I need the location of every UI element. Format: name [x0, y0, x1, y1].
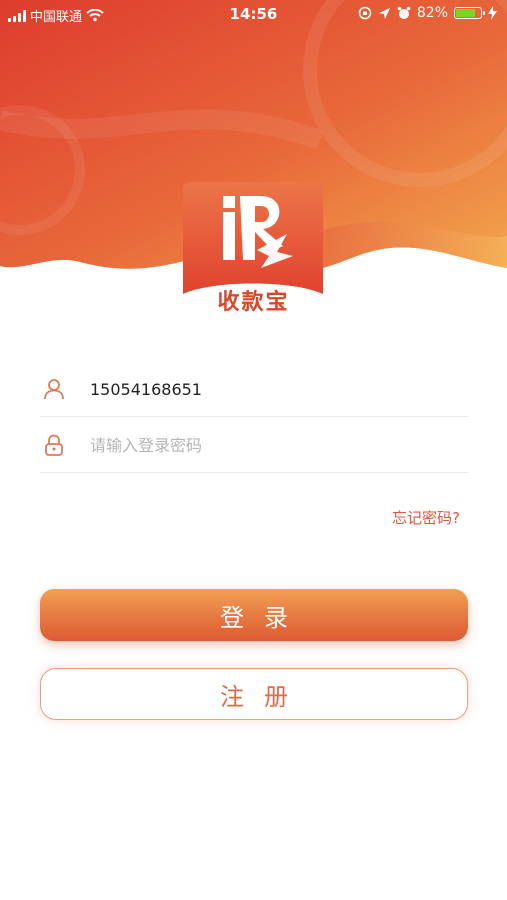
password-field — [40, 418, 468, 473]
forgot-password-link[interactable]: 忘记密码? — [392, 507, 460, 528]
login-button[interactable]: 登录 — [40, 589, 468, 641]
lock-icon — [45, 434, 63, 456]
alarm-icon — [397, 6, 411, 19]
phone-input[interactable] — [90, 379, 430, 399]
user-icon — [44, 379, 64, 400]
app-name: 收款宝 — [217, 290, 290, 315]
charging-icon — [488, 6, 497, 20]
location-icon — [378, 7, 390, 19]
rotation-lock-icon — [358, 6, 372, 20]
battery-icon — [454, 7, 485, 19]
status-bar: 中国联通 14:56 82% — [0, 0, 507, 28]
password-input[interactable] — [90, 435, 430, 455]
battery-percent: 82% — [416, 5, 448, 21]
phone-field — [40, 362, 468, 417]
register-button[interactable]: 注册 — [40, 668, 468, 720]
